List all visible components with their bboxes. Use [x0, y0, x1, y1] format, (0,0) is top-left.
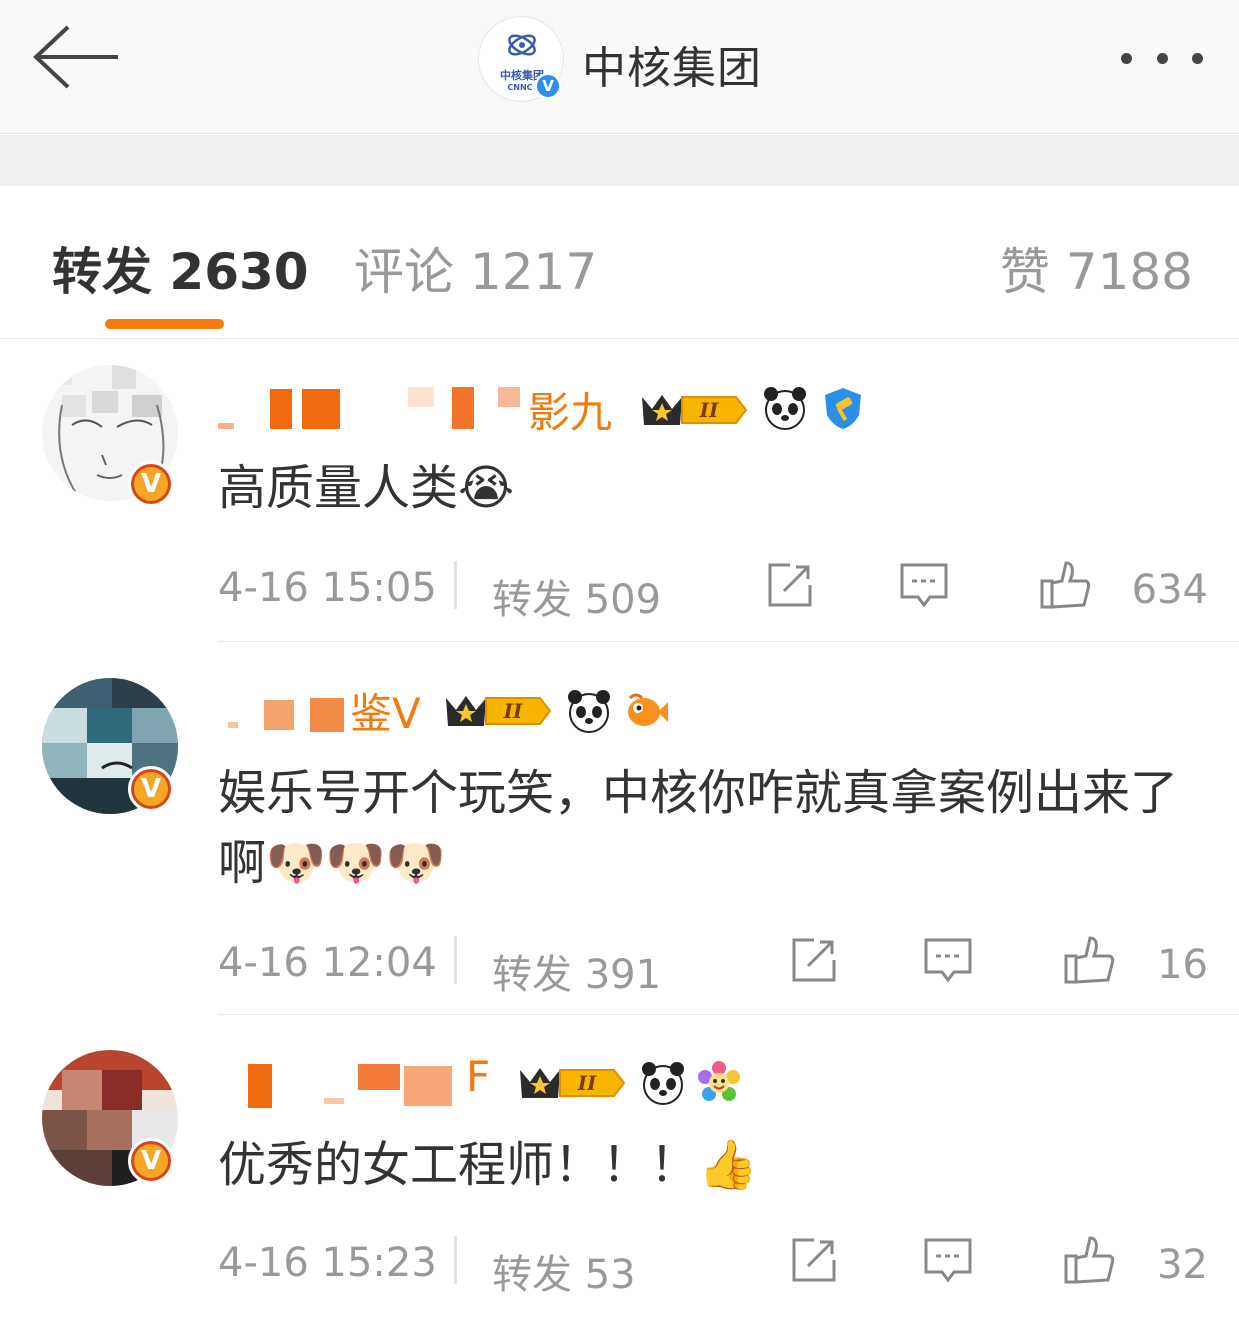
share-icon[interactable]: [788, 934, 840, 986]
svg-text:CNNC: CNNC: [507, 83, 532, 92]
username-visible: 影九: [528, 388, 613, 437]
meta-row: 4-16 12:04 转发 391 16: [218, 934, 1208, 998]
verified-v-badge: V: [128, 461, 174, 507]
username-row[interactable]: 影九 II: [218, 385, 918, 437]
svg-text:II: II: [503, 699, 523, 723]
repost-item: V 鉴V II 娱乐号开个玩笑，中核你咋就真拿案例出来了啊🐶🐶🐶 4-16 12…: [0, 644, 1239, 1016]
tab-comment[interactable]: 评论 1217: [354, 232, 597, 304]
shield-gavel-icon: [825, 388, 861, 429]
share-icon[interactable]: [764, 559, 816, 611]
back-arrow-icon[interactable]: [30, 22, 122, 92]
username-row[interactable]: 鉴V II: [218, 688, 718, 738]
comment-icon[interactable]: [922, 1234, 974, 1286]
masked-name-block: [404, 1066, 452, 1106]
username-visible: F: [466, 1052, 491, 1101]
top-navigation-bar: 中核集团 CNNC V 中核集团: [0, 0, 1239, 134]
like-count: 32: [1157, 1242, 1208, 1288]
more-dots-icon[interactable]: [1115, 44, 1209, 72]
comment-icon[interactable]: [922, 934, 974, 986]
masked-name-block: [270, 389, 292, 429]
username-visible: 鉴V: [350, 689, 421, 738]
verified-v-badge: V: [128, 766, 174, 812]
active-tab-indicator: [105, 319, 224, 329]
thumbs-up-icon[interactable]: [1064, 1234, 1116, 1286]
username-row[interactable]: F II: [218, 1052, 778, 1110]
tab-repost[interactable]: 转发 2630: [52, 232, 309, 304]
divider: [218, 641, 1239, 642]
share-icon[interactable]: [788, 1234, 840, 1286]
masked-name-block: [228, 722, 238, 728]
crown-level-icon: II: [520, 1068, 626, 1098]
dot: [1121, 52, 1132, 64]
interaction-tabs: 转发 2630 评论 1217 赞 7188: [0, 186, 1239, 339]
repost-count[interactable]: 转发 53: [492, 1242, 636, 1300]
like-count: 634: [1131, 567, 1208, 613]
repost-item: V F II 优秀的女工程师！！！👍 4-16 15:23 转发 53 32: [0, 1016, 1239, 1330]
masked-name-block: [324, 1098, 344, 1104]
masked-name-block: [358, 1064, 400, 1090]
orange-fish-icon: [628, 693, 668, 726]
repost-count[interactable]: 转发 509: [492, 567, 661, 625]
masked-name-block: [408, 387, 434, 407]
divider: [454, 561, 457, 609]
dot: [1192, 52, 1203, 64]
flower-icon: [698, 1061, 740, 1101]
thumbs-up-icon[interactable]: [1040, 559, 1092, 611]
meta-row: 4-16 15:05 转发 509 634: [218, 559, 1208, 623]
svg-text:II: II: [699, 398, 719, 422]
masked-name-block: [310, 698, 344, 732]
account-avatar[interactable]: 中核集团 CNNC V: [478, 16, 564, 102]
svg-text:II: II: [577, 1071, 597, 1095]
repost-count[interactable]: 转发 391: [492, 942, 661, 1000]
divider: [454, 1236, 457, 1284]
masked-name-block: [264, 700, 294, 730]
dot: [1156, 52, 1168, 64]
crown-level-icon: II: [642, 395, 748, 425]
divider: [454, 936, 457, 984]
masked-name-block: [452, 387, 474, 429]
timestamp: 4-16 12:04: [218, 940, 437, 986]
panda-icon: [764, 387, 806, 430]
masked-name-block: [498, 387, 520, 407]
tab-like[interactable]: 赞 7188: [1000, 232, 1193, 304]
masked-name-block: [248, 1064, 272, 1108]
page-title: 中核集团: [582, 43, 762, 94]
panda-icon: [568, 690, 610, 733]
thumbs-up-icon[interactable]: [1064, 934, 1116, 986]
comment-icon[interactable]: [898, 559, 950, 611]
section-gap: [0, 135, 1239, 186]
comment-content: 娱乐号开个玩笑，中核你咋就真拿案例出来了啊🐶🐶🐶: [218, 765, 1179, 891]
masked-name-block: [302, 389, 340, 429]
masked-name-block: [218, 423, 234, 429]
repost-item: V 影九 II 高质量人类😭 4-16 15:05 转发 509 634: [0, 339, 1239, 644]
comment-content: 高质量人类😭: [218, 460, 515, 516]
timestamp: 4-16 15:23: [218, 1240, 437, 1286]
like-count: 16: [1157, 942, 1208, 988]
comment-content: 优秀的女工程师！！！👍: [218, 1137, 758, 1193]
timestamp: 4-16 15:05: [218, 565, 437, 611]
divider: [218, 1014, 1239, 1015]
crown-level-icon: II: [446, 696, 552, 726]
verified-badge: V: [535, 73, 561, 99]
meta-row: 4-16 15:23 转发 53 32: [218, 1234, 1208, 1298]
verified-v-badge: V: [128, 1138, 174, 1184]
panda-icon: [642, 1062, 684, 1105]
